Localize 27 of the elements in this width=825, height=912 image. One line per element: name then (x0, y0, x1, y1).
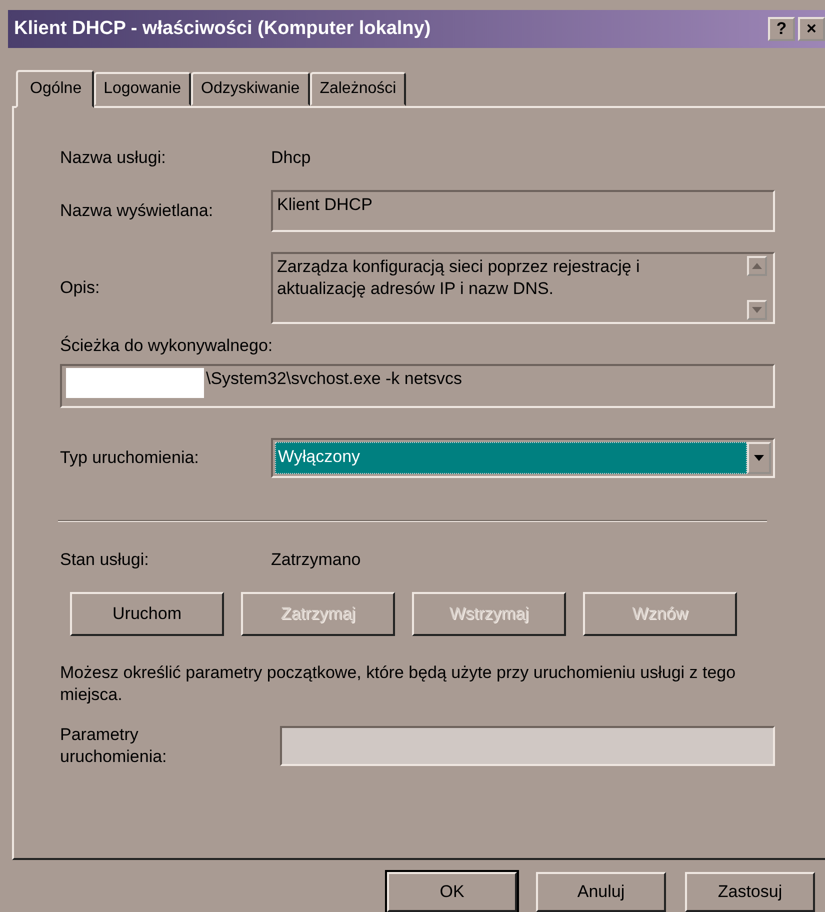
service-status: Zatrzymano (271, 550, 362, 570)
service-name: Dhcp (271, 148, 312, 168)
dialog-button[interactable]: OK (387, 872, 517, 912)
start-parameters-field[interactable] (280, 726, 775, 766)
caret-icon[interactable] (754, 454, 764, 461)
field-label: Ścieżka do wykonywalnego: (60, 336, 274, 356)
path-field: \System32\svchost.exe -k netsvcs (60, 364, 775, 408)
service-button[interactable]: Uruchom (70, 592, 224, 636)
tab[interactable]: Zależności (310, 72, 406, 106)
help-button[interactable]: ? (768, 16, 795, 41)
dialog-button[interactable]: Anuluj (536, 872, 666, 912)
startup-type-dropdown[interactable]: Wyłączony (271, 438, 775, 478)
selected-value: Wyłączony (275, 442, 747, 474)
field-label: Parametry uruchomienia: (60, 724, 168, 768)
hint-text: Możesz określić parametry początkowe, które będą użyte przy uruchomieniu usługi z tego miejsca. (60, 662, 737, 706)
display-name-field[interactable]: Klient DHCP (271, 190, 775, 232)
close-button[interactable]: × (798, 16, 825, 41)
field-label: Nazwa usługi: (60, 148, 167, 168)
field-label: Opis: (60, 278, 101, 298)
window-title: Klient DHCP - właściwości (Komputer lokalny) (14, 18, 431, 40)
tab[interactable]: Logowanie (94, 72, 191, 106)
tab[interactable]: Ogólne (16, 70, 94, 108)
field-label: Nazwa wyświetlana: (60, 200, 214, 221)
dialog-button[interactable]: Zastosuj (685, 872, 815, 912)
tab[interactable]: Odzyskiwanie (191, 72, 310, 106)
field-label: Stan usługi: (60, 550, 150, 570)
field-label: Typ uruchomienia: (60, 448, 200, 468)
